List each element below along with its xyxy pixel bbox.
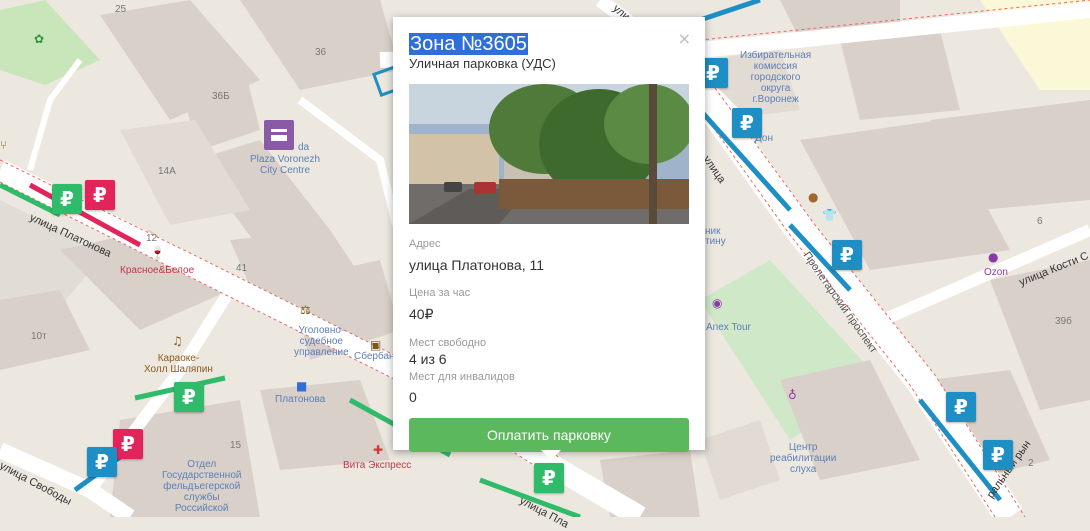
- parking-marker[interactable]: ₽: [534, 463, 564, 493]
- mall-icon[interactable]: [264, 120, 294, 150]
- fastfood-icon: ●: [808, 190, 819, 204]
- otdel-label[interactable]: Отдел Государственной фельдъегерской слу…: [162, 459, 241, 514]
- ugolovno-label[interactable]: Уголовно- судебное управление: [294, 325, 349, 358]
- house-number: 12: [146, 233, 158, 244]
- restaurant-icon: ⑂: [0, 138, 8, 152]
- house-number: 41: [236, 263, 248, 274]
- plaza-prefix: da: [298, 142, 310, 153]
- price-label: Цена за час: [409, 287, 471, 299]
- zone-subtitle: Уличная парковка (УДС): [409, 56, 556, 71]
- house-number: 25: [115, 4, 127, 15]
- parking-marker[interactable]: ₽: [983, 440, 1013, 470]
- nik-label: ник: [705, 226, 721, 237]
- popup-tail: [541, 450, 561, 460]
- anex-label[interactable]: Anex Tour: [706, 322, 751, 333]
- bus-stop-icon: ■: [296, 379, 308, 393]
- address-label: Адрес: [409, 238, 441, 250]
- parking-marker[interactable]: ₽: [52, 184, 82, 214]
- pharmacy-icon: ✚: [373, 443, 384, 457]
- close-icon[interactable]: ×: [678, 29, 691, 48]
- parking-marker[interactable]: ₽: [87, 447, 117, 477]
- tintin-label: тину: [705, 236, 726, 247]
- parking-zone-popup: × Зона №3605 Уличная парковка (УДС) Адре…: [393, 17, 705, 460]
- vita-label[interactable]: Вита Экспресс: [343, 460, 411, 471]
- house-number: 36: [315, 47, 327, 58]
- karaoke-label[interactable]: Караоке- Холл Шаляпин: [144, 353, 213, 375]
- ozon-dot-icon: ●: [988, 250, 999, 264]
- street-photo: [409, 84, 689, 224]
- ozon-label[interactable]: Ozon: [984, 267, 1008, 278]
- bank-icon: ▣: [370, 338, 382, 352]
- house-number: 39б: [1055, 316, 1072, 327]
- krasnoe-label[interactable]: Красное&Белое: [120, 265, 194, 276]
- house-number: 10т: [31, 331, 47, 342]
- house-number: 14А: [158, 166, 176, 177]
- parking-marker[interactable]: ₽: [85, 180, 115, 210]
- house-number: 36Б: [212, 91, 230, 102]
- izbirkom-label[interactable]: Избирательная комиссия городского округа…: [740, 50, 811, 105]
- justice-icon: ⚖: [300, 303, 311, 317]
- free-spots-value: 4 из 6: [409, 351, 447, 367]
- hearing-icon: ♁: [788, 388, 797, 402]
- house-number: 6: [1037, 216, 1043, 227]
- tree-icon: ✿: [34, 32, 45, 46]
- music-icon: ♫: [172, 334, 183, 348]
- plaza-label[interactable]: Plaza Voronezh City Centre: [250, 154, 320, 176]
- house-number: 15: [230, 440, 242, 451]
- travel-icon: ◉: [712, 296, 723, 310]
- wine-icon: 🍷: [150, 246, 165, 260]
- clothes-icon: 👕: [822, 208, 837, 222]
- pay-parking-button[interactable]: Оплатить парковку: [409, 418, 689, 452]
- disabled-spots-label: Мест для инвалидов: [409, 371, 515, 383]
- parking-marker[interactable]: ₽: [946, 392, 976, 422]
- address-value: улица Платонова, 11: [409, 257, 545, 273]
- center-label[interactable]: Центр реабилитации слуха: [770, 442, 836, 475]
- parking-marker[interactable]: ₽: [732, 108, 762, 138]
- parking-marker[interactable]: ₽: [174, 382, 204, 412]
- bus-stop-label[interactable]: Платонова: [275, 394, 325, 405]
- house-number: 2: [1028, 458, 1034, 469]
- parking-marker[interactable]: ₽: [832, 240, 862, 270]
- free-spots-label: Мест свободно: [409, 337, 487, 349]
- parking-marker[interactable]: ₽: [113, 429, 143, 459]
- price-value: 40₽: [409, 306, 434, 322]
- sberbank-label[interactable]: Сбербан: [354, 351, 395, 362]
- disabled-spots-value: 0: [409, 389, 417, 405]
- zone-title: Зона №3605: [409, 33, 528, 55]
